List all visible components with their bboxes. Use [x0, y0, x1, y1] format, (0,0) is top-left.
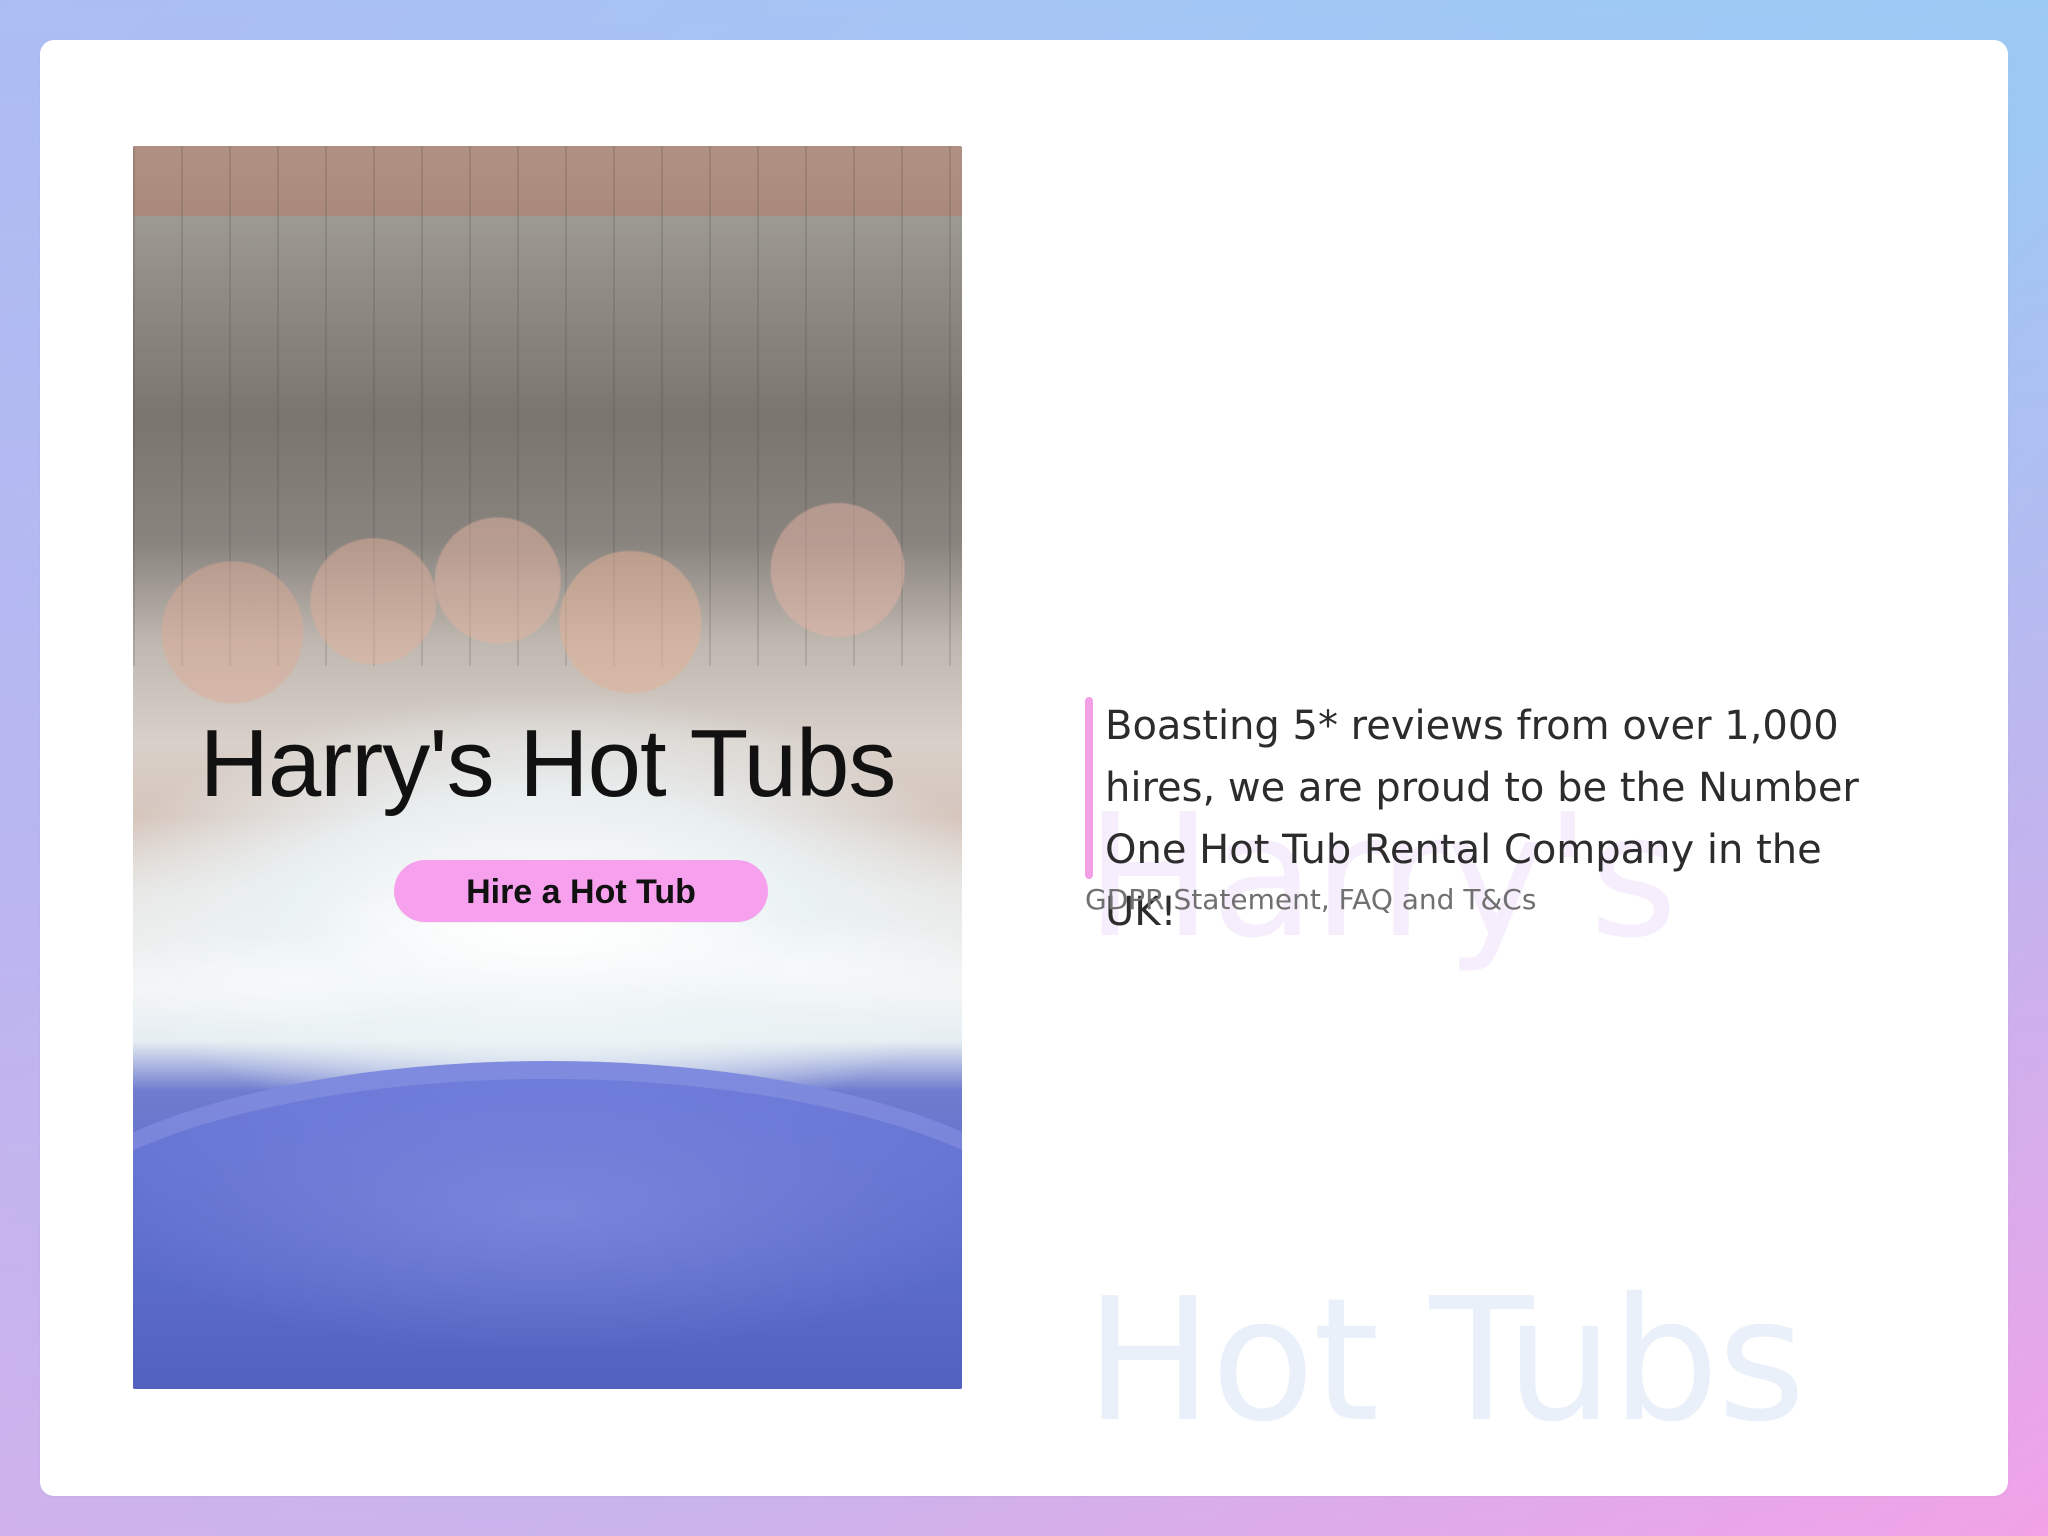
hero-title: Harry's Hot Tubs: [199, 710, 897, 817]
hero-tub-rim: [133, 1061, 962, 1389]
right-content: Harry's Hot Tubs Boasting 5* reviews fro…: [1085, 610, 1945, 1446]
hero-photo-panel: Harry's Hot Tubs Hire a Hot Tub: [133, 146, 962, 1389]
legal-links[interactable]: GDPR Statement, FAQ and T&Cs: [1085, 883, 1536, 916]
hire-hot-tub-button[interactable]: Hire a Hot Tub: [394, 860, 768, 922]
quote-accent-bar: [1085, 697, 1093, 879]
main-card: Harry's Hot Tubs Hire a Hot Tub Harry's …: [40, 40, 2008, 1496]
brand-watermark-line-2: Hot Tubs: [1085, 1262, 1806, 1460]
